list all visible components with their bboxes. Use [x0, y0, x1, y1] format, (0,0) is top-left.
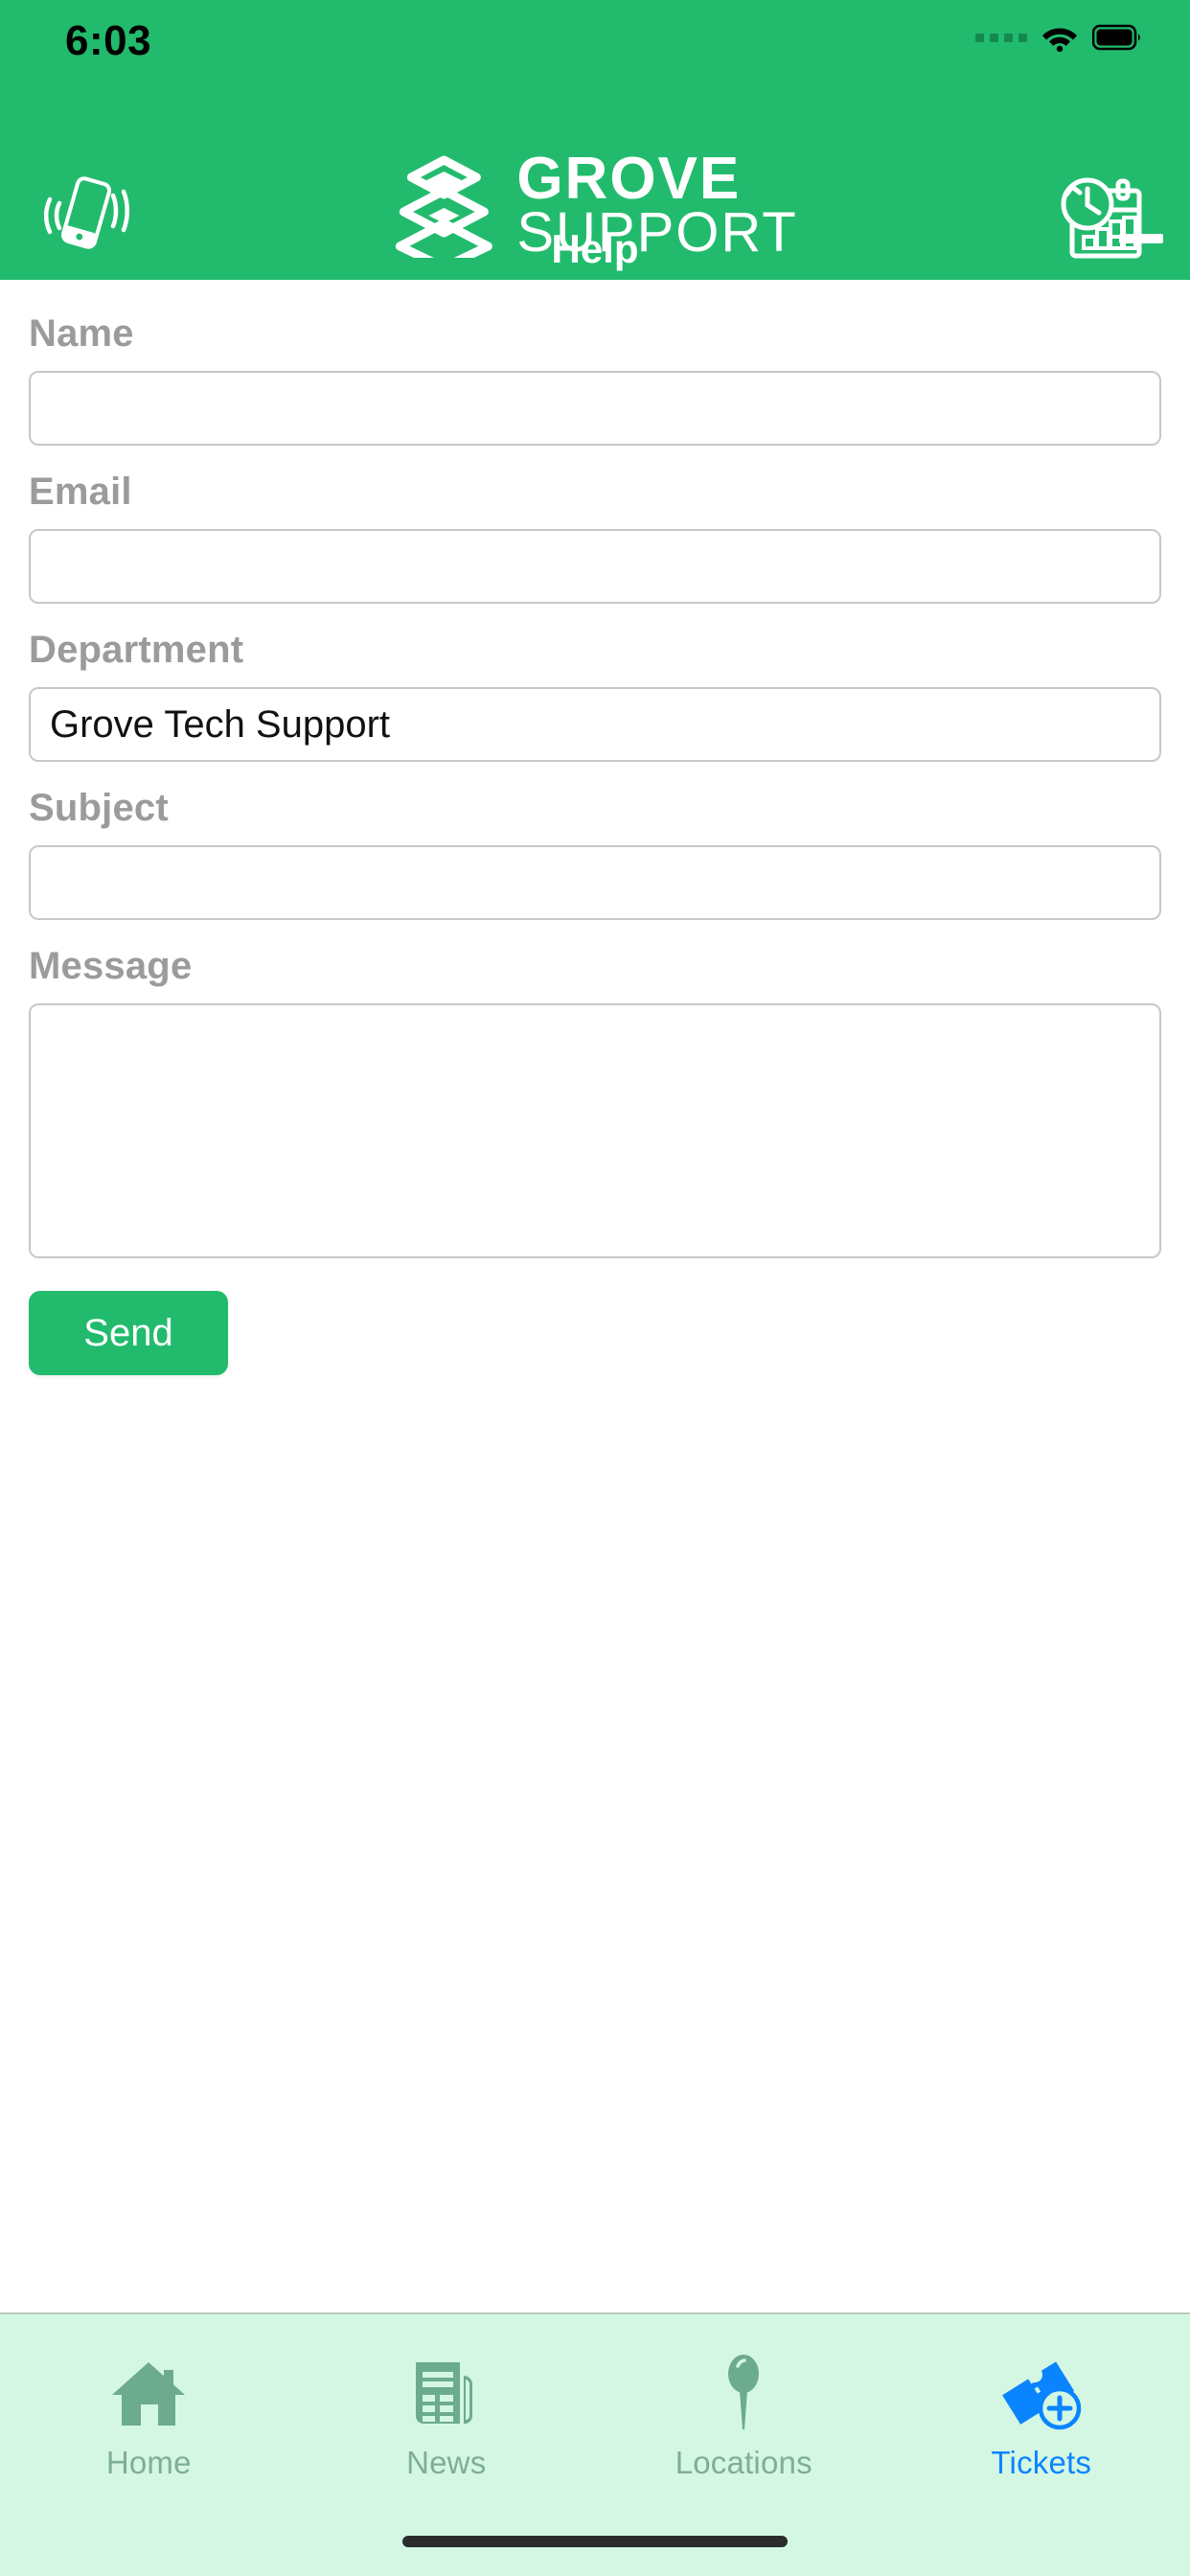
subject-input[interactable] [29, 845, 1161, 920]
form-field-department: Department [29, 629, 1161, 762]
newspaper-icon [408, 2349, 485, 2437]
map-pin-icon [715, 2349, 772, 2437]
tab-tickets[interactable]: Tickets [893, 2314, 1190, 2506]
tab-label-news: News [406, 2445, 487, 2480]
send-button[interactable]: Send [29, 1291, 228, 1375]
home-indicator[interactable] [402, 2536, 788, 2547]
tab-home[interactable]: Home [0, 2314, 298, 2506]
label-name: Name [29, 312, 134, 355]
signal-dots-icon [975, 33, 1027, 42]
tab-label-home: Home [105, 2445, 192, 2480]
status-time: 6:03 [65, 17, 152, 64]
label-email: Email [29, 471, 132, 513]
form-field-name: Name [29, 312, 1161, 446]
message-textarea[interactable] [29, 1003, 1161, 1258]
submit-row: Send [29, 1291, 1161, 1375]
ticket-plus-icon [1000, 2349, 1083, 2437]
support-form: Name Email Department Subject Message Se… [0, 280, 1190, 1375]
tab-locations[interactable]: Locations [595, 2314, 893, 2506]
tab-label-tickets: Tickets [991, 2445, 1092, 2480]
label-subject: Subject [29, 787, 169, 829]
form-field-message: Message [29, 945, 1161, 1258]
department-input[interactable] [29, 687, 1161, 762]
form-field-email: Email [29, 471, 1161, 604]
wifi-icon [1042, 28, 1077, 52]
label-department: Department [29, 629, 244, 671]
panel-title-bar: Help [0, 213, 1190, 280]
tab-label-locations: Locations [675, 2445, 812, 2480]
minimize-dash-icon[interactable] [1119, 234, 1163, 243]
page-title: Help [551, 226, 639, 271]
tab-news[interactable]: News [298, 2314, 596, 2506]
brand-line-1: GROVE [516, 146, 742, 212]
bottom-tab-bar: Home News Locations Tickets [0, 2312, 1190, 2576]
status-bar: 6:03 [0, 0, 1190, 82]
email-input[interactable] [29, 529, 1161, 604]
app-header: 6:03 GROVE SUPPORT Help [0, 0, 1190, 280]
house-icon [108, 2349, 189, 2437]
name-input[interactable] [29, 371, 1161, 446]
status-indicators [975, 23, 1142, 52]
tab-list: Home News Locations Tickets [0, 2314, 1190, 2506]
battery-full-icon [1092, 24, 1140, 51]
form-field-subject: Subject [29, 787, 1161, 920]
label-message: Message [29, 945, 193, 987]
